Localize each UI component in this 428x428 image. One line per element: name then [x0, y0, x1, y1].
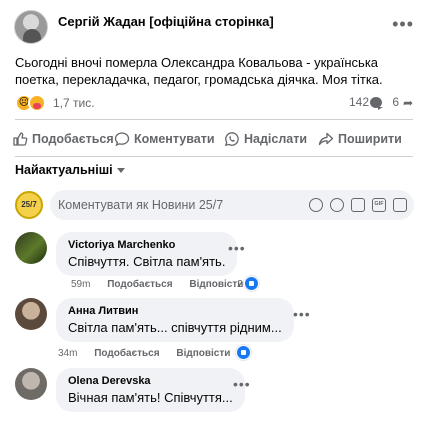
comment-more-icon[interactable]: ••• — [228, 240, 246, 256]
sort-label: Найактуальніші — [15, 163, 113, 177]
sticker-icon[interactable] — [309, 198, 323, 212]
comment-icon — [114, 131, 130, 147]
composer-tools: GIF — [309, 198, 407, 212]
comment-sort-dropdown[interactable]: Найактуальніші — [15, 163, 125, 177]
post-header: Сергій Жадан [офіційна сторінка] ••• — [14, 8, 414, 44]
comment-like-button[interactable]: Подобається — [94, 348, 159, 359]
reactions-summary: ☹ 1,7 тис. 142 6 ➦ — [15, 93, 415, 113]
commenter-name[interactable]: Victoriya Marchenko — [68, 239, 225, 251]
comment-count-icon — [370, 97, 383, 110]
like-reaction-icon — [244, 276, 259, 291]
comment-like-button[interactable]: Подобається — [107, 279, 172, 290]
commenter-avatar[interactable] — [15, 298, 47, 330]
comment-text: Світла пам'ять... співчуття рідним... — [68, 320, 282, 335]
commenter-name[interactable]: Olena Derevska — [68, 375, 233, 387]
post-actions: Подобається Коментувати Надіслати Пошири… — [12, 126, 416, 152]
care-reaction-icon — [28, 94, 46, 112]
comments-count[interactable]: 142 — [349, 95, 369, 109]
share-button[interactable]: Поширити — [318, 126, 402, 152]
more-icon[interactable]: ••• — [392, 14, 414, 35]
share-label: Поширити — [338, 132, 402, 146]
comment-more-icon[interactable]: ••• — [233, 376, 251, 392]
gif-icon[interactable]: GIF — [372, 198, 386, 212]
send-label: Надіслати — [244, 132, 308, 146]
share-icon — [318, 131, 334, 147]
send-button[interactable]: Надіслати — [224, 126, 307, 152]
reactions-count[interactable]: 1,7 тис. — [53, 96, 95, 110]
thumbs-up-icon — [12, 131, 28, 147]
commenter-avatar[interactable] — [15, 368, 47, 400]
whatsapp-icon — [224, 131, 240, 147]
composer-avatar[interactable]: 25/7 — [15, 191, 43, 219]
comment-text: Вічная пам'ять! Співчуття... — [68, 390, 233, 405]
like-label: Подобається — [32, 132, 114, 146]
page-name[interactable]: Сергій Жадан [офіційна сторінка] — [58, 14, 274, 29]
commenter-name[interactable]: Анна Литвин — [68, 305, 282, 317]
comment-meta: 59m Подобається Відповісти — [71, 279, 257, 290]
commenter-avatar[interactable] — [15, 232, 47, 264]
reaction-icons[interactable]: ☹ — [15, 94, 49, 112]
comment-label: Коментувати — [134, 132, 215, 146]
comment-bubble: Olena Derevska Вічная пам'ять! Співчуття… — [56, 368, 245, 412]
camera-icon[interactable] — [351, 198, 365, 212]
like-reaction-icon — [236, 345, 251, 360]
comment-time[interactable]: 34m — [58, 348, 77, 359]
sticker-square-icon[interactable] — [393, 198, 407, 212]
chevron-down-icon — [116, 168, 125, 174]
comment-text: Співчуття. Світла пам'ять. — [68, 254, 226, 269]
comment-time[interactable]: 59m — [71, 279, 90, 290]
share-count-icon: ➦ — [402, 96, 413, 110]
like-button[interactable]: Подобається — [12, 126, 114, 152]
comment-bubble: Анна Литвин Світла пам'ять... співчуття … — [56, 298, 294, 342]
comment-meta: 34m Подобається Відповісти — [58, 348, 244, 359]
comment-more-icon[interactable]: ••• — [293, 306, 311, 322]
post-text: Сьогодні вночі померла Олександра Коваль… — [15, 55, 383, 87]
page-avatar[interactable] — [14, 10, 48, 44]
divider — [15, 156, 413, 157]
shares-count[interactable]: 6 — [392, 95, 399, 109]
comment-reply-button[interactable]: Відповісти — [176, 348, 230, 359]
divider — [15, 119, 413, 120]
comment-reply-button[interactable]: Відповісти — [189, 279, 243, 290]
comment-composer: 25/7 GIF — [15, 190, 415, 222]
comment-bubble: Victoriya Marchenko Співчуття. Світла па… — [56, 232, 238, 276]
comment-like-count[interactable]: 2 — [237, 278, 243, 290]
emoji-icon[interactable] — [330, 198, 344, 212]
